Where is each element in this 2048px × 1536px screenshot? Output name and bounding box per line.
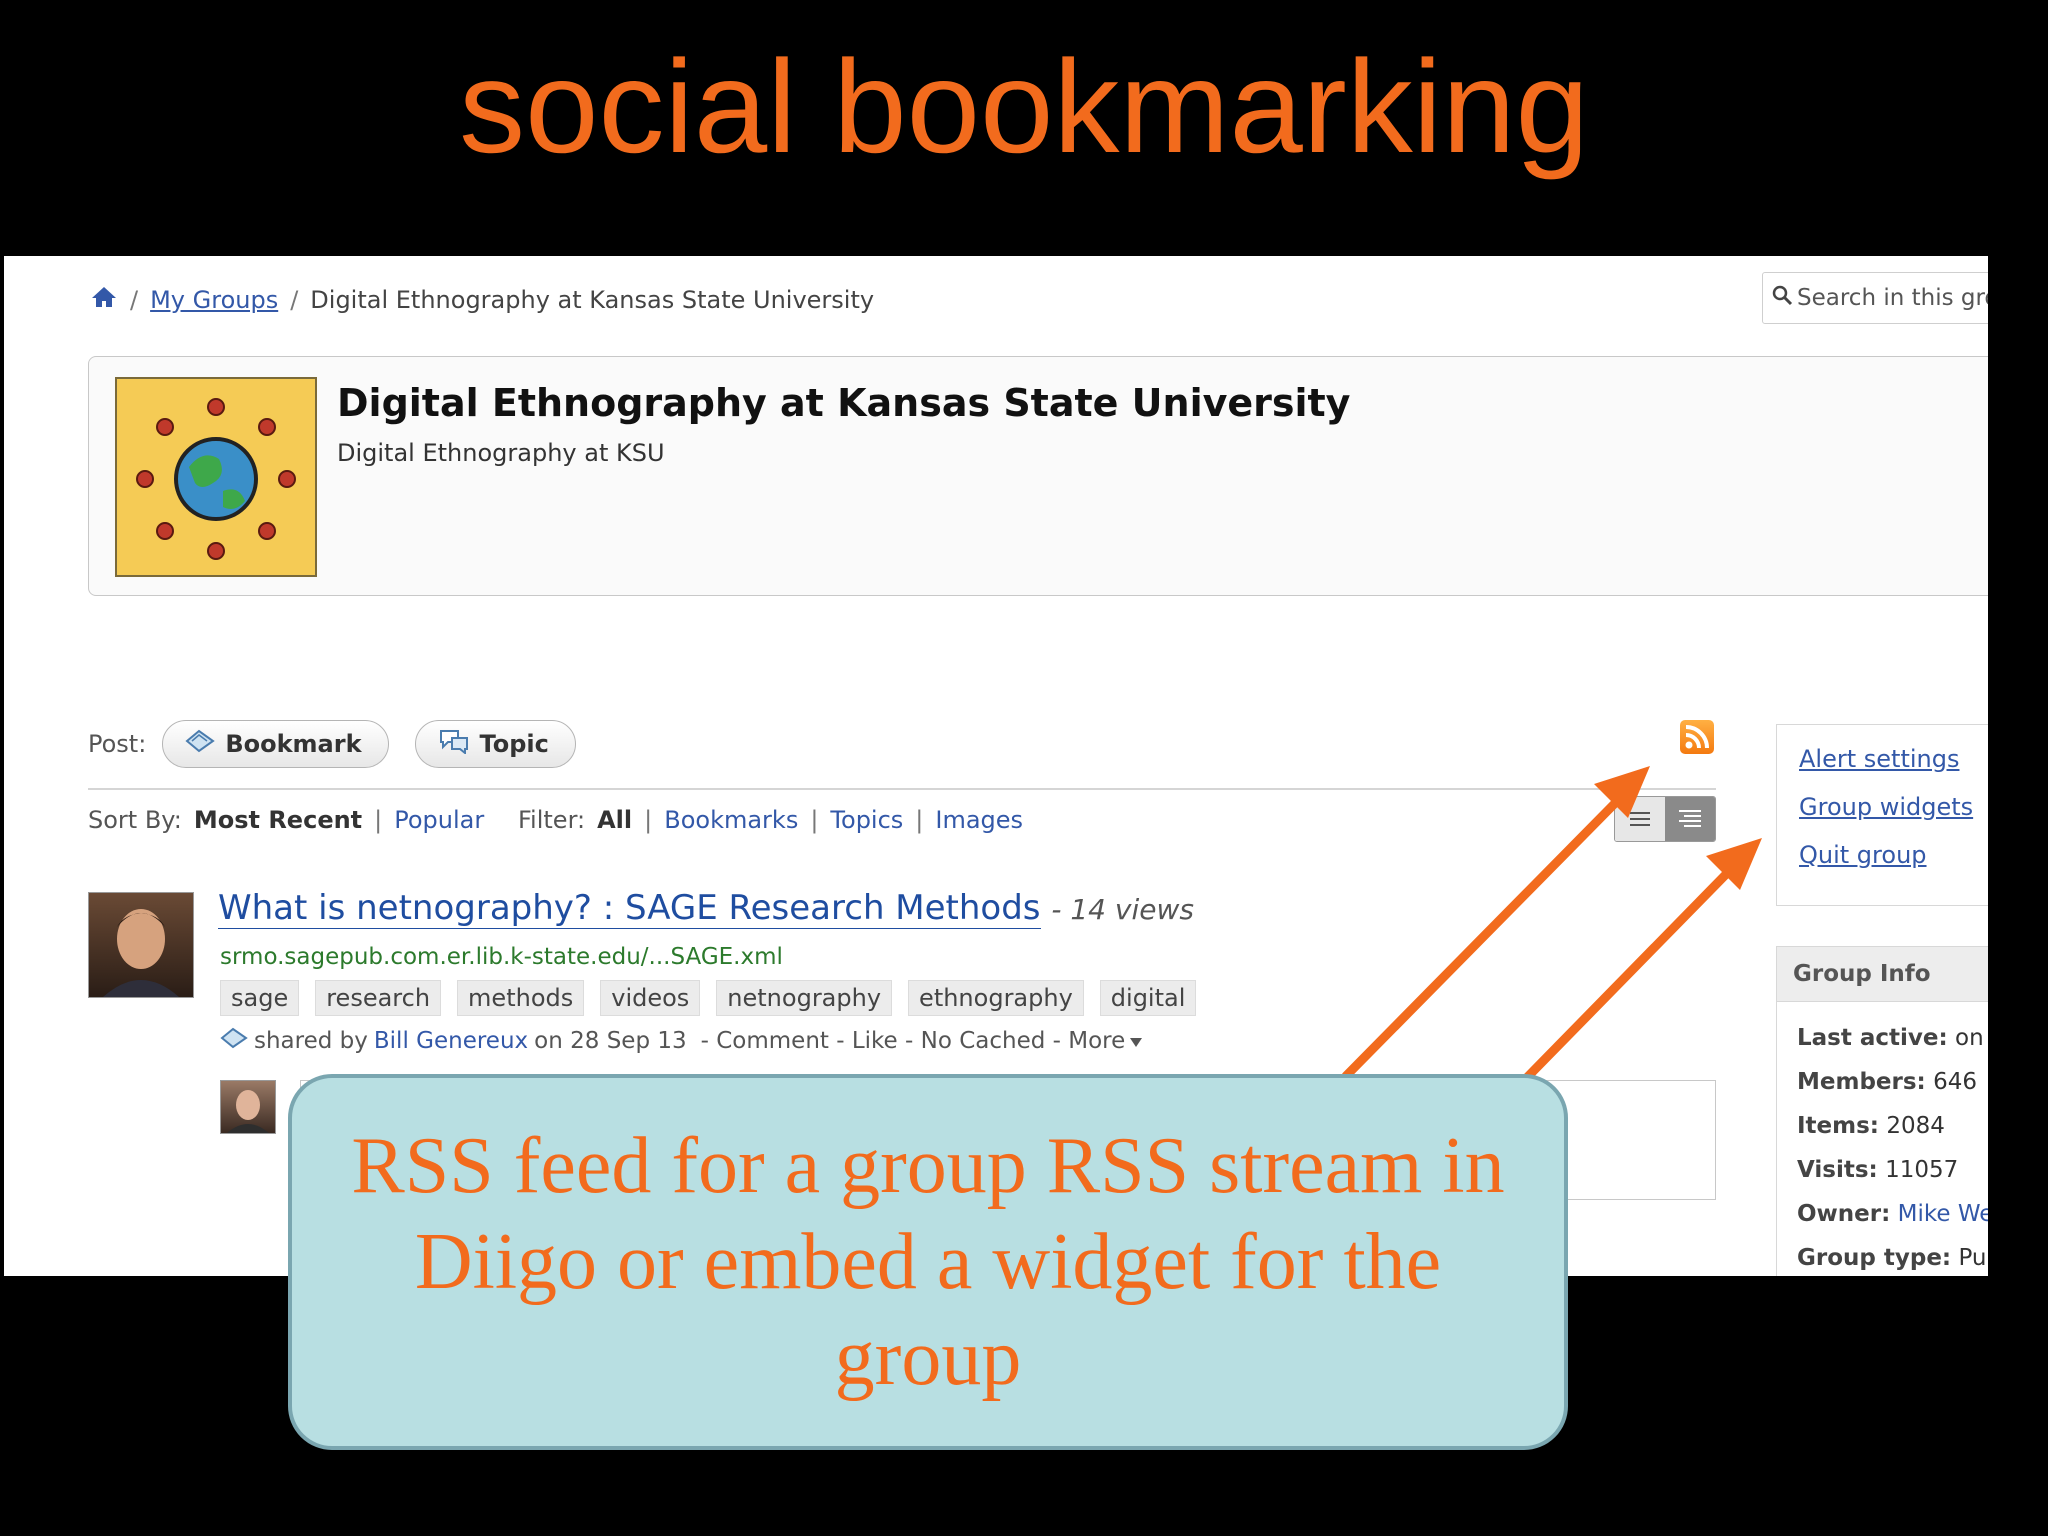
callout-box: RSS feed for a group RSS stream in Diigo… <box>288 1074 1568 1450</box>
arrow-to-rss-icon <box>1341 783 1635 1081</box>
callout-text: RSS feed for a group RSS stream in Diigo… <box>351 1122 1505 1402</box>
